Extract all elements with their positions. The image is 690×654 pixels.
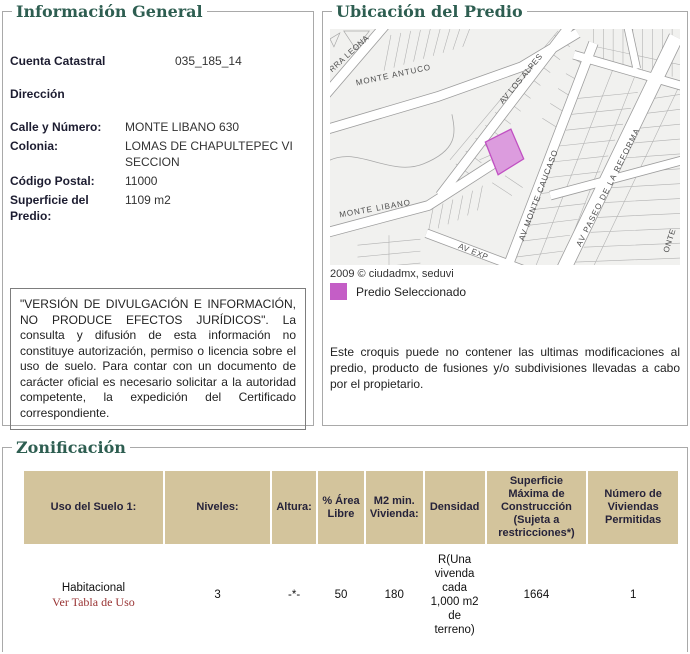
field-direccion: Dirección [10, 86, 306, 102]
section-zonificacion: Zonificación Uso del Suelo 1: Niveles: A… [2, 438, 688, 652]
map-container: RRA LEONA MONTE ANTUCO AV LOS ALPES AV M… [330, 29, 680, 265]
map-note: Este croquis puede no contener las ultim… [330, 345, 680, 391]
codigo-postal-label: Código Postal: [10, 174, 95, 188]
cuenta-catastral-value: 035_185_14 [175, 54, 242, 68]
zoning-table: Uso del Suelo 1: Niveles: Altura: % Área… [22, 469, 680, 646]
superficie-predio-value: 1109 m2 [125, 193, 171, 207]
header-superficie-maxima: Superficie Máxima de Construcción (Sujet… [486, 471, 587, 544]
cell-area-libre: 50 [334, 589, 348, 601]
field-colonia: Colonia: LOMAS DE CHAPULTEPEC VI SECCION [10, 138, 306, 170]
calle-numero-value: MONTE LIBANO 630 [125, 120, 240, 134]
field-superficie-predio: Superficie del Predio: 1109 m2 [10, 192, 306, 224]
map-attribution: 2009 © ciudadmx, seduvi [330, 268, 454, 280]
cell-numero-viviendas: 1 [629, 589, 637, 601]
direccion-label: Dirección [10, 87, 65, 101]
header-niveles: Niveles: [164, 471, 271, 544]
header-altura: Altura: [272, 471, 317, 544]
top-columns: Información General Cuenta Catastral 035… [2, 2, 688, 430]
map-legend-label: Predio Seleccionado [356, 284, 467, 299]
field-cuenta-catastral: Cuenta Catastral 035_185_14 [10, 53, 306, 69]
cell-densidad: R(Una vivenda cada 1,000 m2 de terreno) [430, 554, 479, 636]
zoning-data-row: Habitacional Ver Tabla de Uso 3 -*- 50 1… [24, 546, 678, 644]
header-uso-del-suelo: Uso del Suelo 1: [24, 471, 163, 544]
selected-parcel-swatch-icon [330, 283, 347, 300]
location-map: RRA LEONA MONTE ANTUCO AV LOS ALPES AV M… [330, 29, 680, 265]
cell-altura: -*- [288, 589, 301, 601]
section-title-informacion-general: Información General [16, 2, 203, 21]
cuenta-catastral-label: Cuenta Catastral [10, 54, 106, 68]
header-m2-min-vivienda: M2 min. Vivienda: [365, 471, 423, 544]
cell-m2-min-vivienda: 180 [384, 589, 404, 601]
section-title-zonificacion: Zonificación [16, 438, 126, 457]
header-area-libre: % Área Libre [318, 471, 364, 544]
cell-uso-del-suelo: Habitacional Ver Tabla de Uso [24, 546, 163, 644]
map-legend: Predio Seleccionado [330, 283, 680, 300]
ver-tabla-de-uso-link[interactable]: Ver Tabla de Uso [27, 595, 160, 609]
header-numero-viviendas: Número de Viviendas Permitidas [588, 471, 678, 544]
field-calle-numero: Calle y Número: MONTE LIBANO 630 [10, 119, 306, 135]
section-ubicacion-del-predio: Ubicación del Predio RRA LEONA MONTE ANT… [322, 2, 688, 426]
zoning-header-row: Uso del Suelo 1: Niveles: Altura: % Área… [24, 471, 678, 544]
colonia-value: LOMAS DE CHAPULTEPEC VI SECCION [125, 139, 293, 169]
colonia-label: Colonia: [10, 139, 58, 153]
calle-numero-label: Calle y Número: [10, 120, 102, 134]
section-title-ubicacion-del-predio: Ubicación del Predio [336, 2, 523, 21]
cell-niveles: 3 [214, 589, 221, 601]
field-codigo-postal: Código Postal: 11000 [10, 173, 306, 189]
legal-disclaimer-box: "VERSIÓN DE DIVULGACIÓN E INFORMACIÓN, N… [10, 288, 306, 430]
superficie-predio-label: Superficie del Predio: [10, 193, 89, 223]
section-informacion-general: Información General Cuenta Catastral 035… [2, 2, 314, 430]
codigo-postal-value: 11000 [125, 174, 158, 188]
header-densidad: Densidad [424, 471, 485, 544]
cell-superficie-maxima: 1664 [523, 589, 550, 601]
uso-value: Habitacional [61, 582, 126, 594]
